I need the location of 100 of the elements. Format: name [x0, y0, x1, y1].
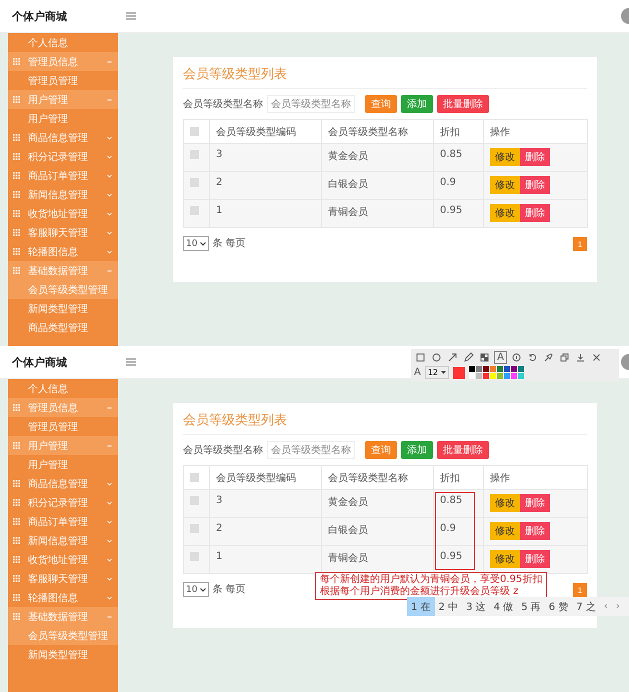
delete-button[interactable]: 删除	[520, 204, 550, 222]
ime-candidate[interactable]: 3 这	[462, 597, 490, 616]
color-swatch[interactable]	[476, 366, 482, 372]
checkbox[interactable]	[190, 524, 199, 533]
ime-candidate[interactable]: 5 再	[517, 597, 545, 616]
pen-icon[interactable]	[462, 351, 475, 364]
color-swatch[interactable]	[497, 366, 504, 372]
checkbox[interactable]	[190, 206, 199, 215]
ime-candidate[interactable]: 7 之	[572, 597, 600, 616]
color-swatch[interactable]	[518, 366, 524, 372]
sidebar-item[interactable]: 商品订单管理	[8, 166, 118, 185]
sidebar-item[interactable]: 轮播图信息	[8, 588, 118, 607]
delete-button[interactable]: 删除	[520, 550, 550, 568]
sidebar-item[interactable]: 客服聊天管理	[8, 223, 118, 242]
sidebar-item[interactable]: 新闻类型管理	[8, 299, 118, 318]
save-icon[interactable]	[574, 351, 587, 364]
number-icon[interactable]	[510, 351, 523, 364]
edit-button[interactable]: 修改	[490, 522, 520, 540]
ellipse-icon[interactable]	[430, 351, 443, 364]
color-swatch[interactable]	[490, 366, 496, 372]
add-button[interactable]: 添加	[401, 95, 433, 113]
color-swatch[interactable]	[483, 373, 490, 379]
sidebar-item[interactable]: 用户管理	[8, 455, 118, 474]
color-swatch[interactable]	[483, 366, 490, 372]
sidebar-item[interactable]: 基础数据管理	[8, 261, 118, 280]
sidebar-item[interactable]: 管理员管理	[8, 71, 118, 90]
delete-button[interactable]: 批量删除	[437, 95, 489, 113]
add-button[interactable]: 添加	[401, 441, 433, 459]
color-swatch[interactable]	[469, 366, 476, 372]
font-size-select[interactable]: 12	[424, 366, 450, 379]
sidebar-item[interactable]: 收货地址管理	[8, 204, 118, 223]
edit-button[interactable]: 修改	[490, 204, 520, 222]
checkbox[interactable]	[190, 472, 199, 482]
sidebar-item[interactable]: 会员等级类型管理	[8, 626, 118, 645]
page-button[interactable]: 1	[573, 583, 587, 597]
sidebar-item[interactable]: 商品信息管理	[8, 474, 118, 493]
color-swatch[interactable]	[511, 366, 518, 372]
color-swatch[interactable]	[504, 366, 510, 372]
sidebar-item[interactable]: 积分记录管理	[8, 147, 118, 166]
query-button[interactable]: 查询	[365, 441, 397, 459]
sidebar-item[interactable]: 会员等级类型管理	[8, 280, 118, 299]
sidebar-item[interactable]: 积分记录管理	[8, 493, 118, 512]
sidebar-item[interactable]: 用户管理	[8, 109, 118, 128]
ime-candidate[interactable]: 2 中	[434, 597, 462, 616]
delete-button[interactable]: 删除	[520, 494, 550, 512]
menu-icon[interactable]	[126, 12, 136, 20]
pin-icon[interactable]	[542, 351, 555, 364]
ime-candidate[interactable]: 1 在	[407, 597, 435, 616]
search-field[interactable]: 会员等级类型名称	[267, 95, 355, 113]
color-swatch[interactable]	[504, 373, 510, 379]
checkbox[interactable]	[190, 496, 199, 505]
checkbox[interactable]	[190, 126, 199, 136]
rect-icon[interactable]	[414, 351, 427, 364]
search-field[interactable]: 会员等级类型名称	[267, 441, 355, 459]
page-size-select[interactable]: 10	[183, 582, 210, 597]
checkbox[interactable]	[190, 552, 199, 561]
checkbox[interactable]	[190, 178, 199, 187]
sidebar-item[interactable]: 商品类型管理	[8, 318, 118, 337]
copy-icon[interactable]	[558, 351, 571, 364]
color-swatch[interactable]	[518, 373, 524, 379]
color-swatch[interactable]	[497, 373, 504, 379]
sidebar-item[interactable]: 用户管理	[8, 90, 118, 109]
page-arrow[interactable]: ›	[612, 601, 624, 612]
sidebar-item[interactable]: 新闻信息管理	[8, 531, 118, 550]
delete-button[interactable]: 批量删除	[437, 441, 489, 459]
page-arrow[interactable]: ‹	[600, 601, 612, 612]
edit-button[interactable]: 修改	[490, 148, 520, 166]
text-tool[interactable]: A	[494, 351, 507, 364]
sidebar-item[interactable]: 轮播图信息	[8, 242, 118, 261]
sidebar-item[interactable]: 商品订单管理	[8, 512, 118, 531]
color-swatch[interactable]	[490, 373, 496, 379]
sidebar-item[interactable]: 用户管理	[8, 436, 118, 455]
sidebar-item[interactable]: 管理员管理	[8, 417, 118, 436]
color-swatch[interactable]	[469, 373, 476, 379]
ime-candidate[interactable]: 4 做	[490, 597, 518, 616]
sidebar-item[interactable]: 个人信息	[8, 33, 118, 52]
sidebar-item[interactable]: 个人信息	[8, 379, 118, 398]
edit-button[interactable]: 修改	[490, 494, 520, 512]
color-swatch[interactable]	[511, 373, 518, 379]
delete-button[interactable]: 删除	[520, 522, 550, 540]
color-swatch[interactable]	[476, 373, 482, 379]
page-button[interactable]: 1	[573, 237, 587, 251]
query-button[interactable]: 查询	[365, 95, 397, 113]
current-color-swatch[interactable]	[453, 366, 466, 378]
edit-button[interactable]: 修改	[490, 550, 520, 568]
mosaic-icon[interactable]	[478, 351, 491, 364]
sidebar-item[interactable]: 客服聊天管理	[8, 569, 118, 588]
menu-icon[interactable]	[126, 358, 136, 366]
delete-button[interactable]: 删除	[520, 176, 550, 194]
sidebar-item[interactable]: 管理员信息	[8, 52, 118, 71]
page-size-select[interactable]: 10	[183, 236, 210, 251]
sidebar-item[interactable]: 新闻类型管理	[8, 645, 118, 664]
checkbox[interactable]	[190, 150, 199, 159]
arrow-icon[interactable]	[446, 351, 459, 364]
edit-button[interactable]: 修改	[490, 176, 520, 194]
sidebar-item[interactable]: 管理员信息	[8, 398, 118, 417]
sidebar-item[interactable]: 基础数据管理	[8, 607, 118, 626]
sidebar-item[interactable]: 商品信息管理	[8, 128, 118, 147]
delete-button[interactable]: 删除	[520, 148, 550, 166]
sidebar-item[interactable]: 收货地址管理	[8, 550, 118, 569]
